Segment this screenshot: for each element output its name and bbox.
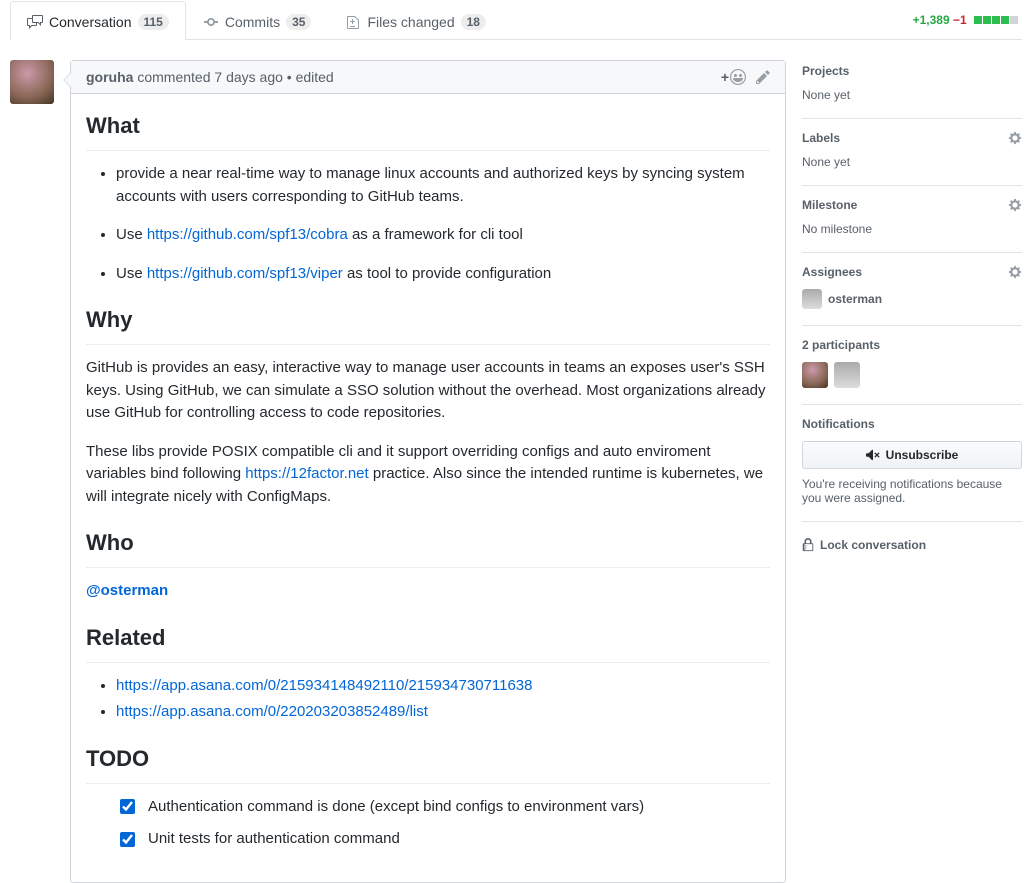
list-item: Use https://github.com/spf13/viper as to… xyxy=(116,263,770,286)
heading-what: What xyxy=(86,109,770,151)
heading-related: Related xyxy=(86,621,770,663)
tab-commits-label: Commits xyxy=(225,14,280,30)
sidebar-notifications: Notifications Unsubscribe You're receivi… xyxy=(802,405,1022,568)
comment-discussion-icon xyxy=(27,14,43,30)
lock-icon xyxy=(802,538,814,552)
git-commit-icon xyxy=(203,14,219,30)
sidebar: Projects None yet Labels None yet Milest… xyxy=(802,60,1022,883)
task-label: Authentication command is done (except b… xyxy=(148,796,644,819)
add-reaction-button[interactable]: + xyxy=(721,69,746,85)
comment-box: goruha commented 7 days ago • edited + W… xyxy=(70,60,786,883)
pencil-icon[interactable] xyxy=(756,69,770,85)
assignee-row[interactable]: osterman xyxy=(802,289,1022,309)
list-item: Use https://github.com/spf13/cobra as a … xyxy=(116,224,770,247)
tab-conversation-count: 115 xyxy=(138,14,169,30)
task-checkbox[interactable] xyxy=(120,832,135,847)
task-label: Unit tests for authentication command xyxy=(148,828,400,851)
unsubscribe-button[interactable]: Unsubscribe xyxy=(802,441,1022,469)
comment-author-link[interactable]: goruha xyxy=(86,69,133,85)
assignee-avatar xyxy=(802,289,822,309)
comment-actions: + xyxy=(721,69,770,85)
milestone-value: No milestone xyxy=(802,222,1022,236)
gear-icon[interactable] xyxy=(1008,265,1022,279)
asana-link-1[interactable]: https://app.asana.com/0/215934148492110/… xyxy=(116,677,532,694)
why-paragraph-2: These libs provide POSIX compatible cli … xyxy=(86,441,770,509)
comment-time[interactable]: 7 days ago xyxy=(214,69,283,85)
mute-icon xyxy=(866,448,880,462)
cobra-link[interactable]: https://github.com/spf13/cobra xyxy=(147,226,348,243)
pr-tabnav: Conversation 115 Commits 35 Files change… xyxy=(10,0,1022,40)
sidebar-assignees: Assignees osterman xyxy=(802,253,1022,326)
sidebar-milestone: Milestone No milestone xyxy=(802,186,1022,253)
viper-link[interactable]: https://github.com/spf13/viper xyxy=(147,265,343,282)
sidebar-participants: 2 participants xyxy=(802,326,1022,405)
assignee-name: osterman xyxy=(828,292,882,306)
projects-value: None yet xyxy=(802,88,1022,102)
participants-title: 2 participants xyxy=(802,338,880,352)
related-list: https://app.asana.com/0/215934148492110/… xyxy=(86,675,770,724)
plus-icon: + xyxy=(721,69,729,85)
notifications-reason: You're receiving notifications because y… xyxy=(802,477,1022,505)
participant-avatar[interactable] xyxy=(834,362,860,388)
sidebar-projects: Projects None yet xyxy=(802,60,1022,119)
asana-link-2[interactable]: https://app.asana.com/0/220203203852489/… xyxy=(116,703,428,720)
diff-deletions: −1 xyxy=(953,13,967,27)
task-item: Unit tests for authentication command xyxy=(116,828,770,851)
list-item: https://app.asana.com/0/215934148492110/… xyxy=(116,675,770,698)
tab-conversation-label: Conversation xyxy=(49,14,132,30)
projects-title: Projects xyxy=(802,64,849,78)
labels-value: None yet xyxy=(802,155,1022,169)
diff-additions: +1,389 xyxy=(913,13,950,27)
sidebar-labels: Labels None yet xyxy=(802,119,1022,186)
smiley-icon xyxy=(730,69,746,85)
milestone-title: Milestone xyxy=(802,198,857,212)
diffstat: +1,389 −1 xyxy=(913,13,1022,27)
mention-osterman[interactable]: @osterman xyxy=(86,582,168,599)
todo-list: Authentication command is done (except b… xyxy=(86,796,770,851)
comment-header: goruha commented 7 days ago • edited + xyxy=(71,61,785,94)
gear-icon[interactable] xyxy=(1008,198,1022,212)
tab-commits-count: 35 xyxy=(286,14,311,30)
heading-todo: TODO xyxy=(86,742,770,784)
tab-files-count: 18 xyxy=(461,14,486,30)
heading-why: Why xyxy=(86,303,770,345)
author-avatar[interactable] xyxy=(10,60,54,104)
timeline-comment: goruha commented 7 days ago • edited + W… xyxy=(10,60,786,883)
comment-edited: • edited xyxy=(283,69,334,85)
task-item: Authentication command is done (except b… xyxy=(116,796,770,819)
tab-files[interactable]: Files changed 18 xyxy=(328,1,503,40)
what-list: provide a near real-time way to manage l… xyxy=(86,163,770,285)
heading-who: Who xyxy=(86,526,770,568)
comment-body: What provide a near real-time way to man… xyxy=(71,94,785,882)
unsubscribe-label: Unsubscribe xyxy=(886,448,959,462)
comment-meta-prefix: commented xyxy=(133,69,214,85)
list-item: provide a near real-time way to manage l… xyxy=(116,163,770,208)
labels-title: Labels xyxy=(802,131,840,145)
diffstat-bars xyxy=(974,16,1018,24)
task-checkbox[interactable] xyxy=(120,799,135,814)
tab-files-label: Files changed xyxy=(367,14,454,30)
lock-conversation[interactable]: Lock conversation xyxy=(802,522,1022,552)
tabnav-tabs: Conversation 115 Commits 35 Files change… xyxy=(10,0,913,39)
list-item: https://app.asana.com/0/220203203852489/… xyxy=(116,701,770,724)
participant-avatar[interactable] xyxy=(802,362,828,388)
lock-label: Lock conversation xyxy=(820,538,926,552)
twelve-factor-link[interactable]: https://12factor.net xyxy=(245,465,368,482)
tab-conversation[interactable]: Conversation 115 xyxy=(10,1,186,40)
tab-commits[interactable]: Commits 35 xyxy=(186,1,329,40)
file-diff-icon xyxy=(345,14,361,30)
assignees-title: Assignees xyxy=(802,265,862,279)
why-paragraph-1: GitHub is provides an easy, interactive … xyxy=(86,357,770,425)
gear-icon[interactable] xyxy=(1008,131,1022,145)
notifications-title: Notifications xyxy=(802,417,875,431)
